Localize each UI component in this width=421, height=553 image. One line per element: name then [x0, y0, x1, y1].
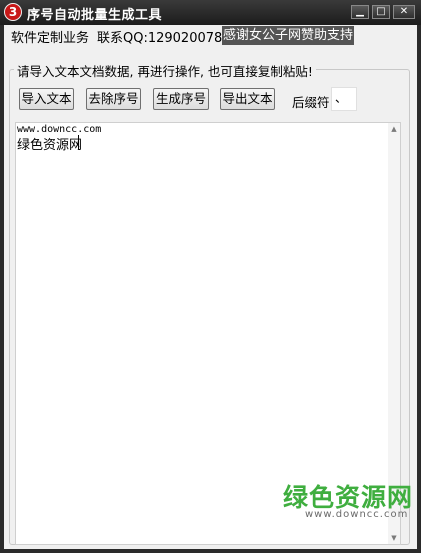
scroll-down-icon[interactable]: ▼ [388, 532, 400, 544]
suffix-label: 后缀符 [292, 95, 330, 110]
export-text-button[interactable]: 导出文本 [220, 88, 275, 110]
sponsor-label: 感谢女公子网赞助支持 [222, 26, 354, 45]
editor-line: 绿色资源网 [17, 138, 83, 153]
maximize-button[interactable]: □ [372, 5, 390, 19]
maximize-icon: □ [376, 6, 386, 17]
text-caret [78, 135, 79, 149]
scroll-up-icon[interactable]: ▲ [388, 123, 400, 135]
import-text-button[interactable]: 导入文本 [19, 88, 74, 110]
groupbox-caption: 请导入文本文档数据, 再进行操作, 也可直接复制粘贴! [14, 61, 316, 80]
remove-numbers-button[interactable]: 去除序号 [86, 88, 141, 110]
app-window: 3 序号自动批量生成工具 ▁ □ ✕ 软件定制业务 联系QQ:129020078… [0, 0, 421, 553]
window-title: 序号自动批量生成工具 [27, 8, 163, 23]
close-icon: ✕ [399, 6, 409, 17]
suffix-input[interactable]: 、 [331, 87, 357, 111]
contact-qq-text: 联系QQ:1290200788 [97, 31, 231, 46]
app-logo-icon: 3 [4, 3, 22, 21]
close-button[interactable]: ✕ [393, 5, 415, 19]
minimize-button[interactable]: ▁ [351, 5, 369, 19]
client-area: 软件定制业务 联系QQ:1290200788 感谢女公子网赞助支持 请导入文本文… [4, 25, 417, 549]
custom-service-text: 软件定制业务 [11, 31, 90, 46]
watermark-url: www.downcc.com [305, 509, 409, 520]
minimize-icon: ▁ [356, 6, 364, 17]
title-bar[interactable]: 3 序号自动批量生成工具 ▁ □ ✕ [0, 0, 421, 25]
generate-numbers-button[interactable]: 生成序号 [153, 88, 209, 110]
